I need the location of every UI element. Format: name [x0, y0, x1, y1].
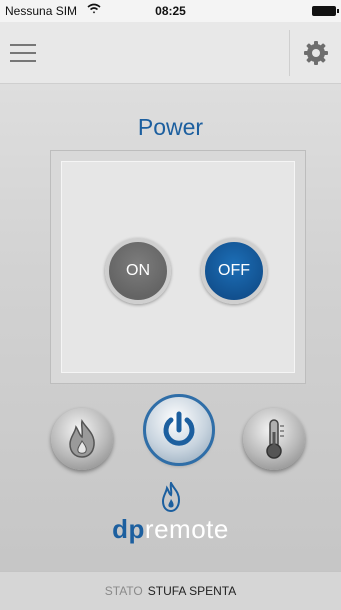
status-value: STUFA SPENTA [147, 584, 237, 598]
brand-suffix: remote [144, 514, 229, 544]
flame-icon [69, 419, 95, 458]
gear-icon[interactable] [302, 39, 330, 67]
status-footer: STATO STUFA SPENTA [0, 571, 341, 610]
power-panel-inner: ON OFF [61, 161, 295, 373]
brand-logo: dpremote [0, 480, 341, 550]
thermometer-mode-button[interactable] [243, 408, 305, 470]
thermometer-icon [266, 419, 284, 459]
status-label: STATO [104, 584, 143, 598]
battery-icon [312, 6, 339, 16]
flame-logo-icon [161, 482, 181, 512]
power-mode-button[interactable] [143, 394, 215, 466]
nav-bar [0, 22, 341, 84]
brand-prefix: dp [112, 514, 145, 544]
off-button[interactable]: OFF [201, 238, 267, 304]
page-title: Power [137, 114, 204, 140]
power-icon [163, 411, 195, 446]
flame-mode-button[interactable] [51, 408, 113, 470]
status-bar: Nessuna SIM 08:25 [0, 0, 341, 22]
hamburger-menu-icon[interactable] [10, 38, 40, 68]
clock: 08:25 [155, 4, 186, 18]
on-button[interactable]: ON [105, 238, 171, 304]
app-screen: Nessuna SIM 08:25 Power ON OFF dpremote … [0, 0, 341, 610]
nav-divider [289, 30, 290, 76]
power-panel: ON OFF [50, 150, 306, 384]
brand-name: dpremote [0, 514, 341, 545]
